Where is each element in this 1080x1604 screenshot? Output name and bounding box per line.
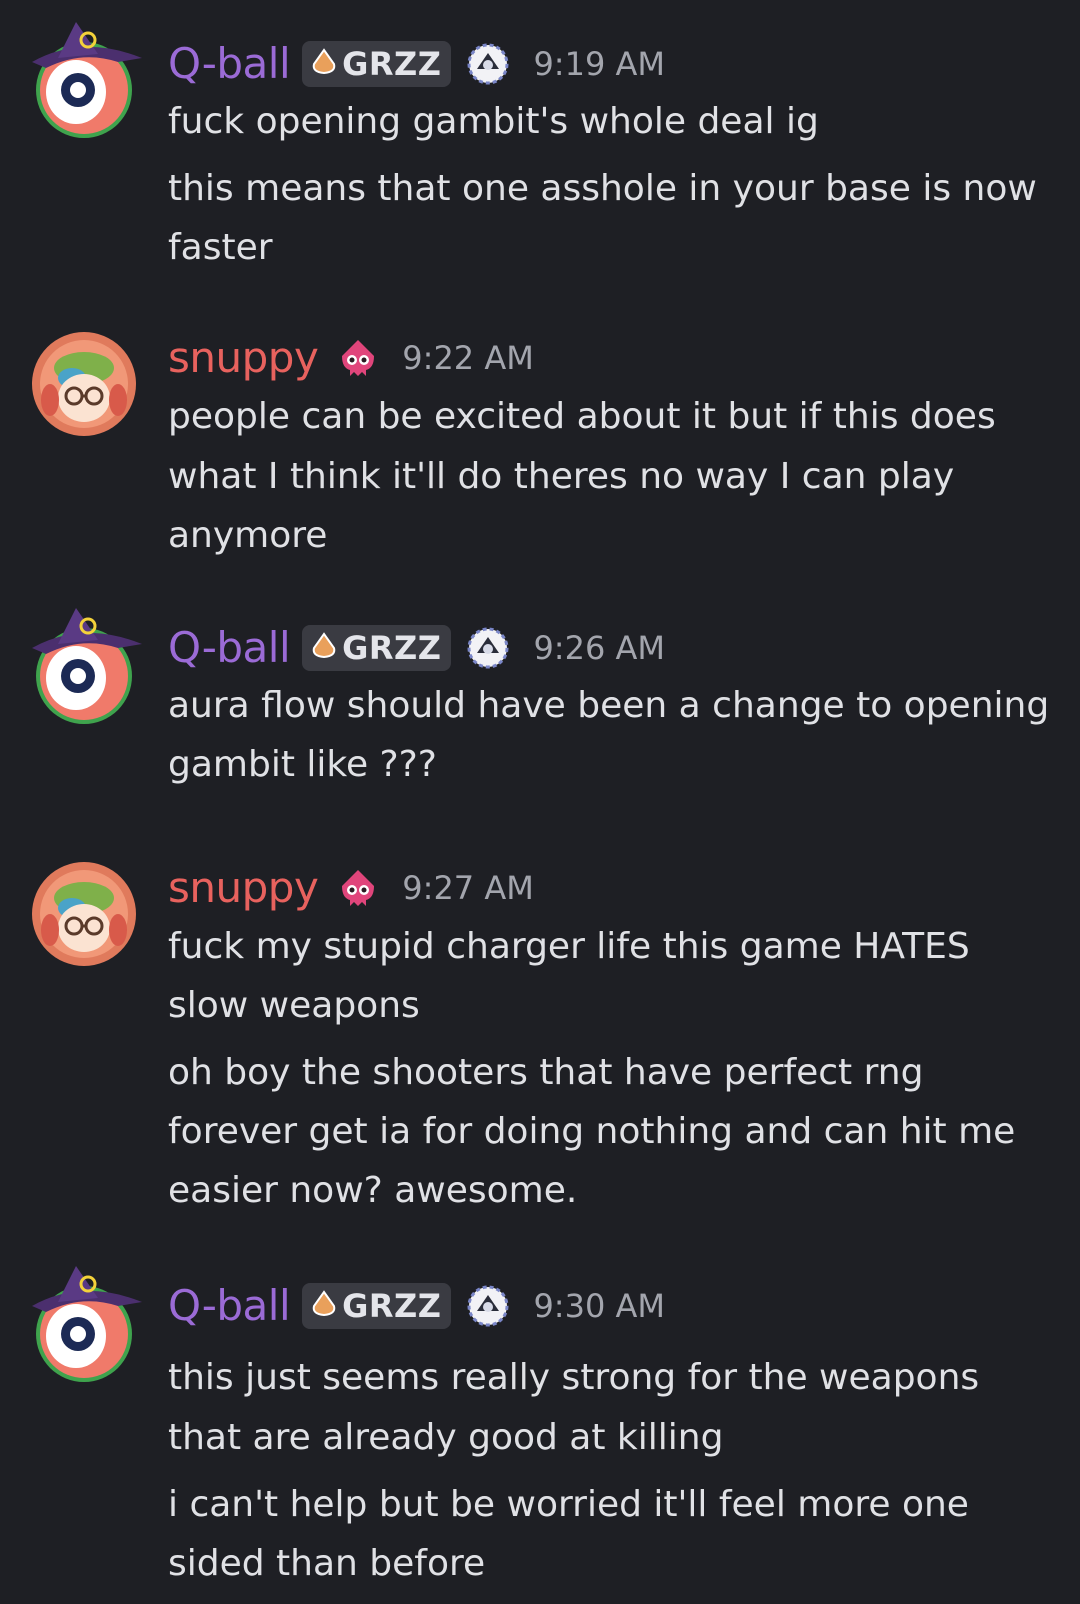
avatar-qball[interactable] <box>32 1266 142 1382</box>
avatar-snuppy[interactable] <box>32 862 136 966</box>
message-line: that are already good at killing <box>168 1417 724 1458</box>
role-badge-icon[interactable] <box>463 39 513 89</box>
message-line: oh boy the shooters that have perfect rn… <box>168 1052 924 1093</box>
timestamp: 9:19 AM <box>533 45 665 83</box>
message-header: Q-ball GRZZ 9:30 AM <box>168 1278 665 1334</box>
timestamp: 9:22 AM <box>402 339 534 377</box>
message-line: forever get ia for doing nothing and can… <box>168 1111 1016 1152</box>
message-line: people can be excited about it but if th… <box>168 396 996 437</box>
avatar-qball[interactable] <box>32 22 142 138</box>
avatar-snuppy[interactable] <box>32 332 136 436</box>
role-badge-icon[interactable] <box>463 623 513 673</box>
message-line: this means that one asshole in your base… <box>168 168 1037 209</box>
username[interactable]: Q-ball <box>168 36 291 92</box>
message-header: Q-ball GRZZ 9:26 AM <box>168 620 665 676</box>
guild-tag[interactable]: GRZZ <box>302 41 452 87</box>
message-line: this just seems really strong for the we… <box>168 1357 980 1398</box>
grzz-tag-icon <box>310 1290 338 1322</box>
message-line: fuck my stupid charger life this game HA… <box>168 926 970 967</box>
timestamp: 9:27 AM <box>402 869 534 907</box>
message-line: what I think it'll do theres no way I ca… <box>168 456 955 497</box>
message-line: faster <box>168 227 273 268</box>
message-line: easier now? awesome. <box>168 1170 578 1211</box>
username[interactable]: snuppy <box>168 330 319 386</box>
grzz-tag-icon <box>310 632 338 664</box>
squid-icon[interactable] <box>336 866 380 910</box>
message-line: anymore <box>168 515 328 556</box>
guild-tag-text: GRZZ <box>342 1287 442 1325</box>
timestamp: 9:26 AM <box>533 629 665 667</box>
guild-tag[interactable]: GRZZ <box>302 1283 452 1329</box>
role-badge-icon[interactable] <box>463 1281 513 1331</box>
guild-tag[interactable]: GRZZ <box>302 625 452 671</box>
username[interactable]: snuppy <box>168 860 319 916</box>
avatar-qball[interactable] <box>32 608 142 724</box>
username[interactable]: Q-ball <box>168 1278 291 1334</box>
guild-tag-text: GRZZ <box>342 45 442 83</box>
message-line: gambit like ??? <box>168 744 437 785</box>
message-line: aura flow should have been a change to o… <box>168 685 1050 726</box>
message-header: snuppy 9:27 AM <box>168 860 534 916</box>
message-line: fuck opening gambit's whole deal ig <box>168 101 819 142</box>
message-line: sided than before <box>168 1543 486 1584</box>
username[interactable]: Q-ball <box>168 620 291 676</box>
grzz-tag-icon <box>310 48 338 80</box>
guild-tag-text: GRZZ <box>342 629 442 667</box>
message-line: slow weapons <box>168 985 420 1026</box>
squid-icon[interactable] <box>336 336 380 380</box>
timestamp: 9:30 AM <box>533 1287 665 1325</box>
message-line: i can't help but be worried it'll feel m… <box>168 1484 969 1525</box>
message-header: snuppy 9:22 AM <box>168 330 534 386</box>
message-header: Q-ball GRZZ 9:19 AM <box>168 36 665 92</box>
